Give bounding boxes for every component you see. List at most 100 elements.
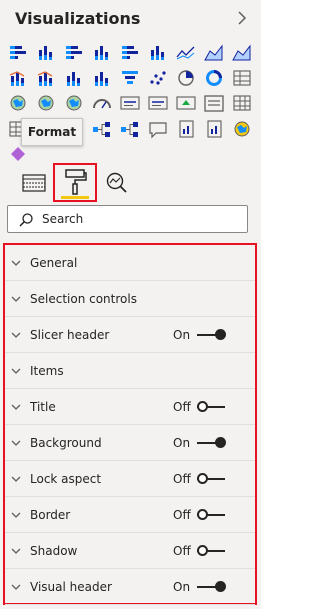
format-sections-panel: General Selection controls Slicer header On…: [3, 243, 257, 605]
section-general[interactable]: General: [5, 245, 255, 281]
search-box[interactable]: [7, 205, 248, 233]
treemap-icon: [233, 69, 251, 86]
slicer-icon: [204, 95, 224, 112]
section-lock-aspect[interactable]: Lock aspect Off: [5, 461, 255, 497]
section-title[interactable]: Title Off: [5, 389, 255, 425]
tab-fields[interactable]: [18, 169, 50, 197]
shape-map-button[interactable]: [63, 93, 85, 113]
chevron-down-icon: [11, 404, 21, 410]
scatter-chart-button[interactable]: [147, 68, 169, 88]
key-influencers-button[interactable]: [91, 119, 113, 139]
section-shadow[interactable]: Shadow Off: [5, 533, 255, 569]
section-toggle[interactable]: On: [173, 326, 233, 344]
section-label: Visual header: [30, 580, 112, 594]
section-toggle[interactable]: Off: [173, 398, 233, 416]
section-items[interactable]: Items: [5, 353, 255, 389]
paint-roller-icon: [65, 169, 87, 195]
decomposition-tree-button[interactable]: [119, 119, 141, 139]
toggle-knob: [197, 473, 208, 484]
map-button[interactable]: [7, 93, 29, 113]
chevron-down-icon: [11, 260, 21, 266]
section-toggle[interactable]: Off: [173, 470, 233, 488]
kpi-button[interactable]: [175, 93, 197, 113]
toggle-state-label: On: [173, 436, 191, 450]
section-toggle[interactable]: Off: [173, 542, 233, 560]
section-toggle[interactable]: On: [173, 434, 233, 452]
collapse-pane-button[interactable]: [236, 10, 248, 26]
section-label: Shadow: [30, 544, 78, 558]
section-label: Title: [30, 400, 56, 414]
percent-stacked-column-chart-button[interactable]: [147, 42, 169, 62]
paginated-report-icon: [207, 119, 222, 138]
section-toggle[interactable]: On: [173, 578, 233, 596]
map-icon: [10, 95, 26, 111]
line-stacked-column-chart-button[interactable]: [7, 68, 29, 88]
waterfall-chart-button[interactable]: [91, 68, 113, 88]
funnel-chart-button[interactable]: [119, 68, 141, 88]
line-clustered-column-chart-button[interactable]: [35, 68, 57, 88]
stacked-area-chart-icon: [232, 44, 251, 61]
stacked-column-chart-button[interactable]: [35, 42, 57, 62]
decomposition-tree-icon: [121, 121, 138, 137]
section-label: General: [30, 256, 78, 270]
fields-grid-icon: [22, 174, 46, 192]
search-input[interactable]: [42, 209, 242, 229]
line-chart-button[interactable]: [175, 42, 197, 62]
power-apps-button[interactable]: [7, 144, 29, 164]
clustered-column-chart-button[interactable]: [91, 42, 113, 62]
shape-map-icon: [66, 95, 82, 111]
paginated-report-button[interactable]: [203, 119, 225, 139]
card-icon: [120, 96, 140, 110]
tab-analytics[interactable]: [101, 169, 133, 197]
clustered-column-chart-icon: [95, 46, 108, 60]
smart-narrative-button[interactable]: [175, 119, 197, 139]
toggle-knob: [197, 509, 208, 520]
toggle-knob: [215, 581, 226, 592]
percent-stacked-bar-chart-button[interactable]: [119, 42, 141, 62]
qa-button[interactable]: [147, 119, 169, 139]
section-label: Background: [30, 436, 102, 450]
donut-chart-button[interactable]: [203, 68, 225, 88]
multi-row-card-button[interactable]: [147, 93, 169, 113]
table-button[interactable]: [231, 93, 253, 113]
arcgis-map-button[interactable]: [231, 119, 253, 139]
multi-row-card-icon: [148, 96, 168, 110]
section-border[interactable]: Border Off: [5, 497, 255, 533]
slicer-button[interactable]: [203, 93, 225, 113]
chevron-down-icon: [11, 440, 21, 446]
filled-map-button[interactable]: [35, 93, 57, 113]
power-apps-icon: [11, 147, 25, 161]
section-selection-controls[interactable]: Selection controls: [5, 281, 255, 317]
smart-narrative-icon: [179, 119, 194, 138]
toggle-knob: [215, 437, 226, 448]
clustered-bar-chart-button[interactable]: [63, 42, 85, 62]
stacked-area-chart-button[interactable]: [231, 42, 253, 62]
percent-stacked-column-chart-icon: [151, 46, 164, 60]
table-icon: [233, 95, 251, 111]
toggle-knob: [197, 545, 208, 556]
gauge-button[interactable]: [91, 93, 113, 113]
donut-chart-icon: [206, 69, 222, 86]
ribbon-chart-button[interactable]: [63, 68, 85, 88]
pane-tabs: [0, 163, 261, 203]
pane-header: Visualizations: [0, 0, 261, 38]
stacked-bar-chart-icon: [10, 46, 26, 59]
section-label: Slicer header: [30, 328, 110, 342]
toggle-state-label: Off: [173, 508, 191, 522]
funnel-chart-icon: [122, 70, 138, 84]
area-chart-button[interactable]: [203, 42, 225, 62]
card-button[interactable]: [119, 93, 141, 113]
section-slicer-header[interactable]: Slicer header On: [5, 317, 255, 353]
stacked-bar-chart-button[interactable]: [7, 42, 29, 62]
gauge-icon: [93, 99, 111, 109]
chevron-down-icon: [11, 512, 21, 518]
tab-format[interactable]: [53, 163, 97, 202]
section-visual-header[interactable]: Visual header On: [5, 569, 255, 605]
section-background[interactable]: Background On: [5, 425, 255, 461]
pie-chart-button[interactable]: [175, 68, 197, 88]
percent-stacked-bar-chart-icon: [122, 46, 138, 59]
arcgis-map-icon: [234, 121, 250, 136]
section-toggle[interactable]: Off: [173, 506, 233, 524]
section-label: Items: [30, 364, 64, 378]
treemap-button[interactable]: [231, 68, 253, 88]
